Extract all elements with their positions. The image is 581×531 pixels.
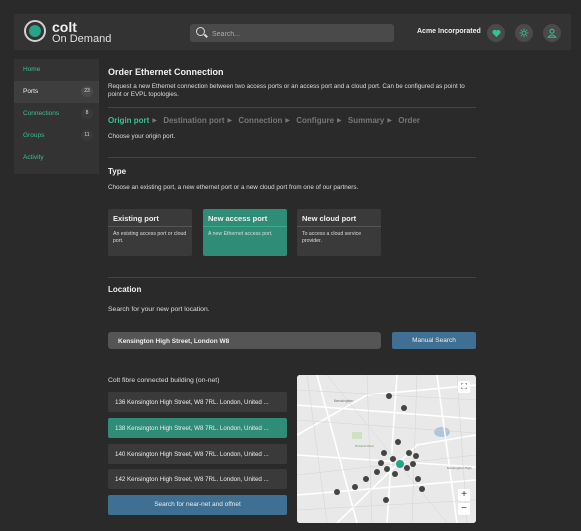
logo-name: colt bbox=[52, 19, 77, 35]
card-divider bbox=[108, 226, 192, 227]
divider bbox=[108, 157, 476, 158]
step-configure: Configure bbox=[296, 116, 335, 125]
step-note: Choose your origin port. bbox=[108, 133, 176, 140]
card-divider bbox=[297, 226, 381, 227]
sidebar-item-connections[interactable]: Connections 8 bbox=[14, 103, 99, 125]
card-description: An existing access port or cloud port. bbox=[113, 231, 187, 244]
map-canvas[interactable]: Kensington Holland Park Kensington High bbox=[297, 375, 476, 523]
card-divider bbox=[203, 226, 287, 227]
card-title: New access port bbox=[208, 214, 268, 223]
address-item[interactable]: 136 Kensington High Street, W8 7RL. Lond… bbox=[108, 392, 287, 412]
svg-text:Kensington: Kensington bbox=[334, 399, 353, 403]
sidebar-item-label: Home bbox=[23, 66, 41, 73]
sidebar-nav: Home Ports 23 Connections 8 Groups 11 Ac… bbox=[14, 59, 99, 174]
step-arrow-icon: ▶ bbox=[227, 118, 233, 124]
logo-subtitle: On Demand bbox=[52, 33, 112, 45]
location-note: Search for your new port location. bbox=[108, 306, 210, 313]
count-badge: 23 bbox=[81, 86, 93, 97]
company-name: Acme Incorporated bbox=[417, 28, 481, 35]
sidebar-item-home[interactable]: Home bbox=[14, 59, 99, 81]
count-badge: 11 bbox=[81, 130, 93, 141]
card-title: Existing port bbox=[113, 214, 159, 223]
address-text: 140 Kensington High Street, W8 7RL. Lond… bbox=[115, 451, 269, 458]
manual-search-button[interactable]: Manual Search bbox=[392, 332, 476, 349]
step-arrow-icon: ▶ bbox=[337, 118, 342, 124]
search-offnet-button[interactable]: Search for near-net and offnet bbox=[108, 495, 287, 515]
location-input[interactable] bbox=[116, 332, 380, 351]
card-existing-port[interactable]: Existing port An existing access port or… bbox=[108, 209, 192, 256]
type-heading: Type bbox=[108, 167, 127, 176]
zoom-out-button[interactable]: − bbox=[458, 503, 470, 515]
step-arrow-icon: ▶ bbox=[387, 118, 392, 124]
address-text: 136 Kensington High Street, W8 7RL. Lond… bbox=[115, 399, 269, 406]
card-description: A new Ethernet access port. bbox=[208, 231, 273, 237]
heart-icon bbox=[491, 29, 501, 37]
colt-logo[interactable]: colt On Demand bbox=[24, 20, 114, 46]
sun-icon bbox=[519, 28, 529, 38]
location-heading: Location bbox=[108, 285, 142, 294]
step-order: Order bbox=[398, 116, 421, 125]
user-profile-button[interactable] bbox=[543, 24, 561, 42]
step-summary: Summary bbox=[347, 116, 385, 125]
address-text: 138 Kensington High Street, W8 7RL. Lond… bbox=[115, 425, 269, 432]
card-title: New cloud port bbox=[302, 214, 357, 223]
location-search-field[interactable] bbox=[108, 332, 381, 351]
sidebar-item-label: Groups bbox=[23, 132, 45, 139]
favorites-button[interactable] bbox=[487, 24, 505, 42]
sidebar-item-label: Ports bbox=[23, 88, 39, 95]
sidebar-item-activity[interactable]: Activity bbox=[14, 147, 99, 169]
step-origin-port[interactable]: Origin port bbox=[108, 116, 149, 125]
page-title: Order Ethernet Connection bbox=[108, 67, 224, 77]
sidebar-item-groups[interactable]: Groups 11 bbox=[14, 125, 99, 147]
card-new-access-port[interactable]: New access port A new Ethernet access po… bbox=[203, 209, 287, 256]
card-new-cloud-port[interactable]: New cloud port To access a cloud service… bbox=[297, 209, 381, 256]
global-search[interactable] bbox=[190, 24, 394, 44]
type-note: Choose an existing port, a new ethernet … bbox=[108, 184, 359, 191]
search-input[interactable] bbox=[210, 24, 394, 44]
sidebar-item-ports[interactable]: Ports 23 bbox=[14, 81, 99, 103]
step-progress: Origin port ▶ Destination port ▶ Connectio… bbox=[108, 116, 420, 125]
zoom-in-button[interactable]: + bbox=[458, 489, 470, 501]
svg-text:Kensington High: Kensington High bbox=[447, 466, 472, 470]
address-item[interactable]: 140 Kensington High Street, W8 7RL. Lond… bbox=[108, 444, 287, 464]
address-item-selected[interactable]: 138 Kensington High Street, W8 7RL. Lond… bbox=[108, 418, 287, 438]
page-description: Request a new Ethernet connection betwee… bbox=[108, 83, 465, 98]
location-map[interactable]: Kensington Holland Park Kensington High … bbox=[297, 375, 476, 523]
step-arrow-icon: ▶ bbox=[152, 118, 157, 124]
sidebar-item-label: Activity bbox=[23, 154, 44, 161]
step-connection: Connection bbox=[238, 116, 283, 125]
logo-icon bbox=[24, 20, 46, 42]
address-item[interactable]: 142 Kensington High Street, W8 7RL. Lond… bbox=[108, 469, 287, 489]
svg-text:Holland Park: Holland Park bbox=[355, 444, 374, 448]
top-header: colt On Demand Acme Incorporated bbox=[14, 14, 571, 50]
fullscreen-icon[interactable]: ⛶ bbox=[458, 381, 470, 393]
sidebar-item-label: Connections bbox=[23, 110, 60, 117]
divider bbox=[108, 277, 476, 278]
count-badge: 8 bbox=[81, 108, 93, 119]
search-icon bbox=[196, 27, 205, 36]
card-description: To access a cloud service provider. bbox=[302, 231, 362, 244]
theme-toggle-button[interactable] bbox=[515, 24, 533, 42]
divider bbox=[108, 107, 476, 108]
address-text: 142 Kensington High Street, W8 7RL. Lond… bbox=[115, 476, 269, 483]
user-icon bbox=[547, 28, 557, 38]
step-destination-port: Destination port bbox=[163, 116, 225, 125]
step-arrow-icon: ▶ bbox=[285, 118, 291, 124]
buildings-label: Colt fibre connected building (on-net) bbox=[108, 377, 220, 384]
